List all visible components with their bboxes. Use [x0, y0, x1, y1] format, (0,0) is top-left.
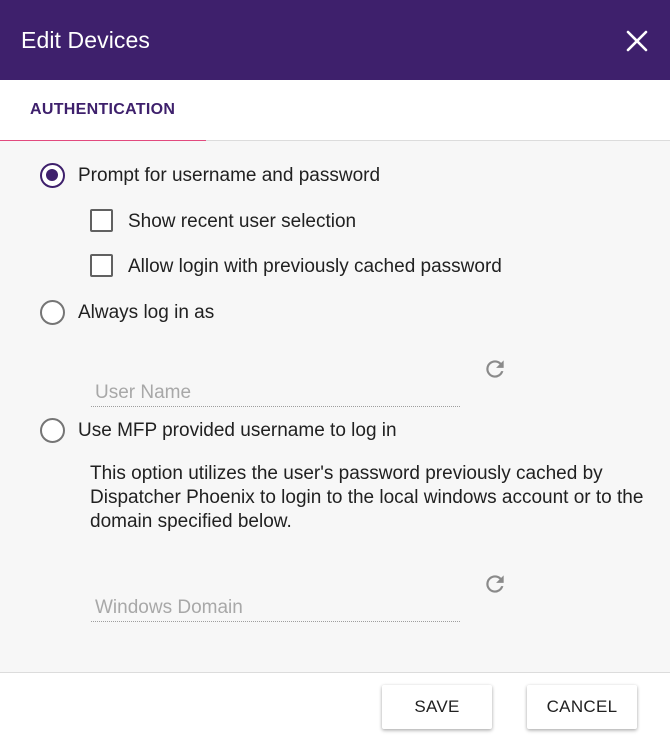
cancel-button[interactable]: CANCEL — [527, 685, 637, 729]
always-login-label: Always log in as — [78, 302, 215, 323]
tab-bar: AUTHENTICATION — [0, 80, 670, 142]
checkbox-unchecked-icon — [90, 209, 113, 232]
windows-domain-field[interactable] — [91, 588, 460, 622]
refresh-icon — [486, 575, 504, 593]
tab-authentication[interactable]: AUTHENTICATION — [0, 80, 206, 142]
close-button[interactable] — [622, 26, 652, 56]
authentication-panel: Prompt for username and password Show re… — [0, 141, 670, 672]
always-login-radio[interactable]: Always log in as — [38, 299, 238, 327]
mfp-description: This option utilizes the user's password… — [90, 463, 644, 532]
refresh-icon — [486, 360, 504, 378]
username-refresh-button[interactable] — [482, 356, 508, 382]
allow-cached-label: Allow login with previously cached passw… — [128, 256, 502, 277]
allow-cached-checkbox[interactable]: Allow login with previously cached passw… — [90, 253, 540, 281]
show-recent-checkbox[interactable]: Show recent user selection — [90, 208, 380, 236]
dialog-header: Edit Devices — [0, 0, 670, 80]
prompt-credentials-label: Prompt for username and password — [78, 165, 381, 186]
radio-unchecked-icon — [40, 418, 65, 443]
save-button[interactable]: SAVE — [382, 685, 492, 729]
windows-domain-input[interactable] — [91, 588, 460, 621]
radio-unchecked-icon — [40, 300, 65, 325]
username-field[interactable] — [91, 373, 460, 407]
prompt-credentials-radio[interactable]: Prompt for username and password — [38, 162, 418, 190]
show-recent-label: Show recent user selection — [128, 211, 357, 232]
mfp-username-label: Use MFP provided username to log in — [78, 420, 397, 441]
close-icon — [626, 30, 648, 52]
mfp-username-radio[interactable]: Use MFP provided username to log in — [38, 417, 458, 445]
radio-checked-icon — [40, 163, 65, 188]
domain-refresh-button[interactable] — [482, 571, 508, 597]
checkbox-unchecked-icon — [90, 254, 113, 277]
dialog-footer: SAVE CANCEL — [0, 672, 670, 740]
username-input[interactable] — [91, 373, 460, 406]
tab-authentication-label: AUTHENTICATION — [30, 101, 176, 118]
dialog-title: Edit Devices — [21, 27, 151, 53]
